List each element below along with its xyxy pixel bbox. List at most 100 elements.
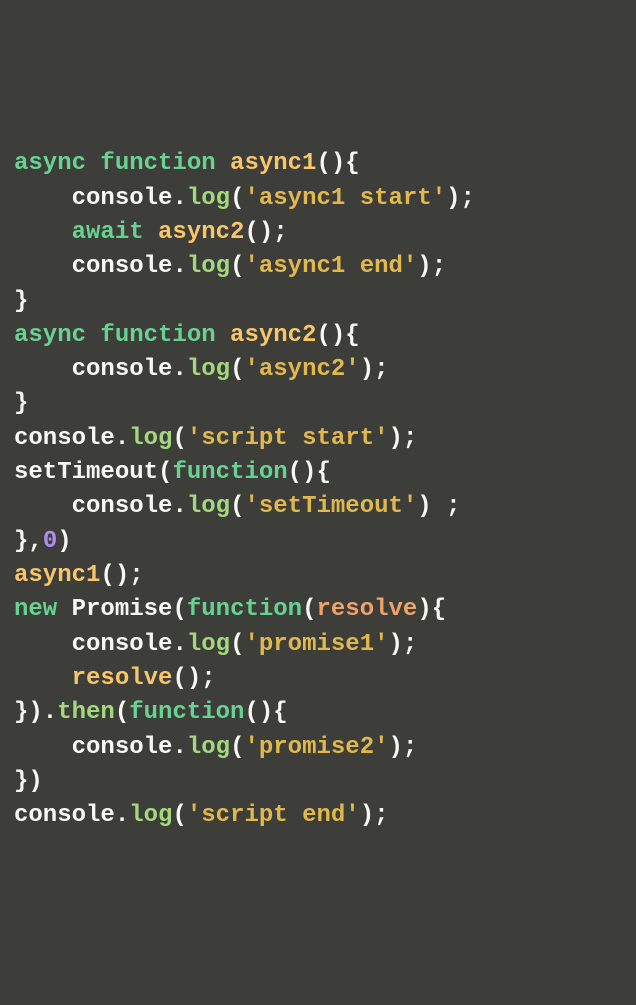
token-punc: ); [389,425,418,452]
token-punc: ){ [417,596,446,623]
token-punc: . [172,356,186,383]
token-fn: resolve [72,665,173,692]
token-kw: async [14,150,86,177]
code-line: async function async1(){ [14,150,360,177]
token-punc: . [115,425,129,452]
token-punc: ( [302,596,316,623]
token-method: log [129,425,172,452]
token-kw: new [14,596,57,623]
indent [14,253,72,280]
indent [14,665,72,692]
indent [14,356,72,383]
code-line: console.log('promise1'); [14,631,417,658]
code-line: async1(); [14,562,144,589]
token-punc: ( [230,631,244,658]
token-punc: . [115,802,129,829]
token-punc: (); [100,562,143,589]
token-punc: } [14,390,28,417]
token-punc: ); [360,356,389,383]
code-line: console.log('script end'); [14,802,389,829]
token-method: log [187,493,230,520]
code-block: async function async1(){ console.log('as… [14,147,622,833]
token-obj: console [72,734,173,761]
token-kw: await [72,219,144,246]
token-method: then [57,699,115,726]
token-punc: ( [172,425,186,452]
token-punc: . [172,493,186,520]
token-punc: (){ [288,459,331,486]
token-punc: ); [389,631,418,658]
token-kw: async [14,322,86,349]
token-kw: function [100,322,215,349]
token-punc [216,322,230,349]
token-obj: Promise [72,596,173,623]
token-punc: ( [158,459,172,486]
code-line: console.log('script start'); [14,425,417,452]
token-fn: async2 [230,322,316,349]
token-punc: . [172,734,186,761]
token-punc: ( [230,356,244,383]
token-punc: (){ [316,150,359,177]
code-line: } [14,288,28,315]
token-obj: setTimeout [14,459,158,486]
token-kw: function [129,699,244,726]
token-punc: ( [172,596,186,623]
token-punc [144,219,158,246]
token-punc: (){ [244,699,287,726]
token-method: log [187,631,230,658]
code-line: await async2(); [14,219,288,246]
token-str: 'setTimeout' [244,493,417,520]
token-punc: ); [446,185,475,212]
token-method: log [187,253,230,280]
indent [14,734,72,761]
token-str: 'async1 end' [244,253,417,280]
token-punc: }, [14,528,43,555]
token-punc: ) [57,528,71,555]
token-obj: console [72,356,173,383]
token-method: log [129,802,172,829]
token-method: log [187,185,230,212]
token-punc: ( [230,734,244,761]
token-kw: function [172,459,287,486]
token-method: log [187,356,230,383]
token-punc: }) [14,768,43,795]
token-punc: ( [115,699,129,726]
token-str: 'script end' [187,802,360,829]
token-str: 'script start' [187,425,389,452]
code-line: },0) [14,528,72,555]
token-punc: (){ [316,322,359,349]
token-fn: async1 [14,562,100,589]
token-punc: }). [14,699,57,726]
token-obj: console [14,425,115,452]
token-punc: ( [230,185,244,212]
token-str: 'promise2' [244,734,388,761]
code-line: async function async2(){ [14,322,360,349]
token-obj: console [14,802,115,829]
indent [14,219,72,246]
code-line: console.log('setTimeout') ; [14,493,461,520]
code-line: console.log('async1 end'); [14,253,446,280]
token-param: resolve [316,596,417,623]
token-punc: (); [172,665,215,692]
token-punc: ); [360,802,389,829]
token-num: 0 [43,528,57,555]
token-method: log [187,734,230,761]
token-fn: async1 [230,150,316,177]
indent [14,631,72,658]
indent [14,493,72,520]
token-punc: ); [417,253,446,280]
token-obj: console [72,493,173,520]
code-line: console.log('async2'); [14,356,389,383]
token-obj: console [72,631,173,658]
token-punc [86,322,100,349]
token-punc: . [172,631,186,658]
code-line: }) [14,768,43,795]
token-obj: console [72,185,173,212]
code-line: resolve(); [14,665,216,692]
token-obj: console [72,253,173,280]
token-punc: ( [172,802,186,829]
token-punc: } [14,288,28,315]
token-kw: function [100,150,215,177]
code-line: } [14,390,28,417]
token-punc: ( [230,493,244,520]
